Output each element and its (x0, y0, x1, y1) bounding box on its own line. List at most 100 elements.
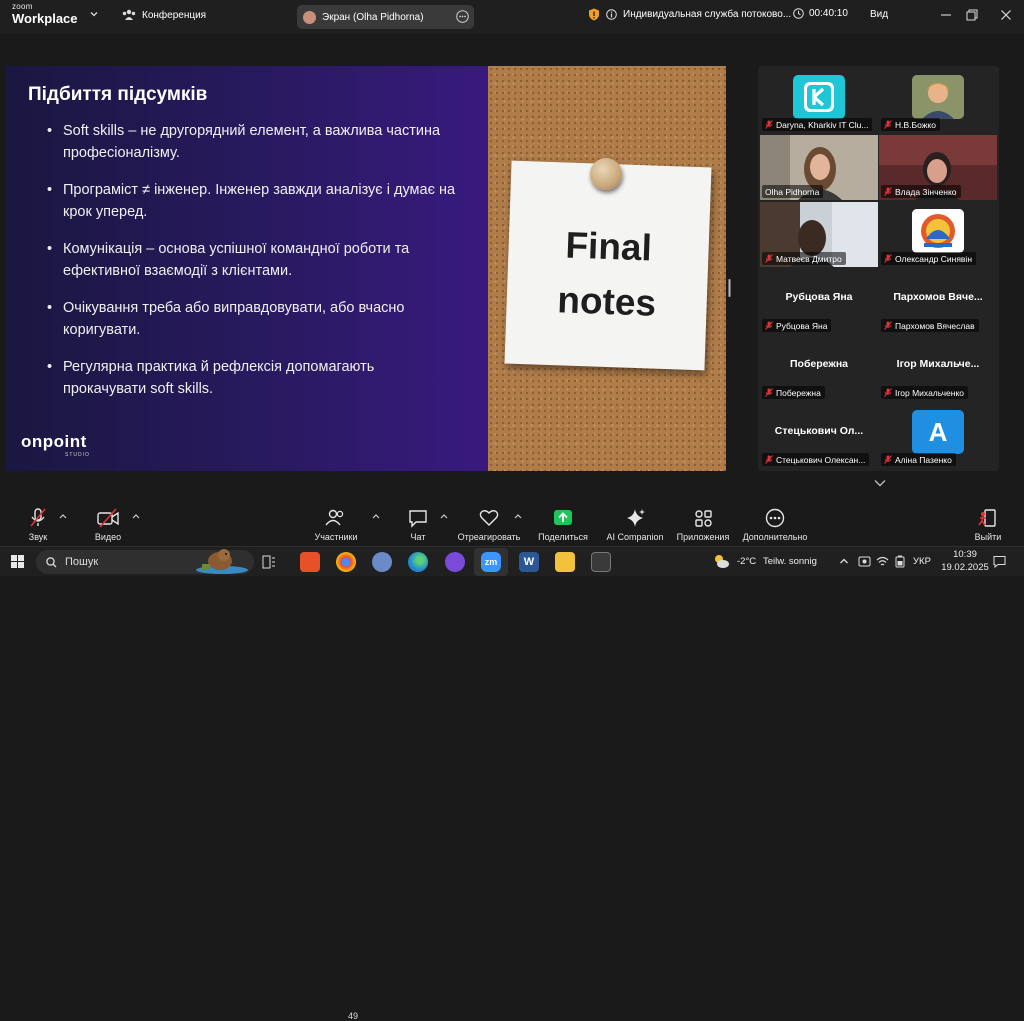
info-icon (606, 9, 617, 20)
restore-icon[interactable] (966, 9, 978, 21)
participants-label: Участники (314, 532, 358, 542)
logo-main: onpoint (21, 432, 87, 451)
screen-share-label: Экран (Olha Pidhorna) (322, 11, 424, 23)
people-icon (122, 9, 136, 21)
avatar: A (912, 410, 964, 454)
weather-text[interactable]: Teilw. sonnig (763, 556, 817, 567)
participant-tile[interactable]: Olha Pidhorna (760, 135, 878, 200)
chat-options-caret-icon[interactable] (440, 513, 448, 519)
avatar (912, 75, 964, 119)
title-bar: zoom Workplace Конференция Экран (Olha P… (0, 0, 1024, 34)
participant-tile[interactable]: Побережна Побережна (760, 336, 878, 401)
screen-share-pill[interactable]: Экран (Olha Pidhorna) (297, 5, 474, 29)
react-options-caret-icon[interactable] (514, 513, 522, 519)
view-button[interactable]: Вид (870, 9, 888, 20)
bullet-item: Комунікація – основа успішної командної … (47, 238, 457, 282)
beaver-illustration-icon (194, 546, 250, 574)
apps-icon (695, 510, 712, 527)
participant-display-name: Ігор Михальче... (896, 358, 980, 370)
participants-gallery: Daryna, Kharkiv IT Clu... Н.В.Божко Olha… (758, 66, 999, 471)
clock-time[interactable]: 10:39 (949, 549, 981, 560)
shield-icon (588, 8, 600, 21)
mic-muted-icon (884, 187, 892, 196)
chevron-down-icon[interactable] (89, 9, 99, 19)
participant-name: Пархомов Вячеслав (881, 319, 979, 332)
mic-muted-icon (765, 120, 773, 129)
participant-tile[interactable]: Н.В.Божко (879, 68, 997, 133)
video-off-icon (97, 508, 119, 528)
participant-name: Рубцова Яна (762, 319, 832, 332)
bullet-item: Регулярна практика й рефлексія допомагаю… (47, 356, 457, 400)
bullet-item: Очікування треба або виправдовувати, або… (47, 297, 457, 341)
weather-icon (712, 553, 730, 569)
participant-display-name: Пархомов Вяче... (893, 291, 983, 303)
exit-icon (978, 509, 996, 527)
file-explorer-icon[interactable] (555, 552, 575, 572)
more-button[interactable]: Дополнительно (735, 508, 815, 542)
tray-app-icon[interactable] (858, 555, 871, 568)
conference-label: Конференция (142, 9, 207, 21)
mic-muted-icon (765, 388, 773, 397)
slide-bullets: Soft skills – не другорядний елемент, а … (47, 120, 457, 415)
resize-handle[interactable] (728, 279, 731, 297)
chrome-icon[interactable] (336, 552, 356, 572)
word-icon[interactable]: W (519, 552, 539, 572)
mic-muted-icon (765, 455, 773, 464)
participant-tile[interactable]: Матвеєв Дмитро (760, 202, 878, 267)
participant-tile[interactable]: Стецькович Ол... Стецькович Олексан... (760, 403, 878, 468)
app-icon[interactable] (591, 552, 611, 572)
more-icon (765, 508, 785, 528)
mic-muted-icon (884, 254, 892, 263)
bullet-item: Програміст ≠ інженер. Інженер завжди ана… (47, 179, 457, 223)
participant-tile[interactable]: Ігор Михальче... Ігор Михальченко (879, 336, 997, 401)
participant-tile[interactable]: Пархомов Вяче... Пархомов Вячеслав (879, 269, 997, 334)
wifi-icon[interactable] (876, 555, 889, 568)
taskbar-active-highlight (474, 548, 508, 576)
clock-date[interactable]: 19.02.2025 (939, 562, 991, 573)
logo-sub: STUDIO (65, 452, 90, 458)
notifications-icon[interactable] (993, 555, 1006, 568)
participant-tile[interactable]: Daryna, Kharkiv IT Clu... (760, 68, 878, 133)
gallery-scroll-down-icon[interactable] (873, 478, 887, 488)
video-options-caret-icon[interactable] (132, 513, 140, 519)
leave-button[interactable]: Выйти (948, 508, 1024, 542)
language-indicator[interactable]: УКР (913, 556, 931, 567)
participant-tile[interactable]: Влада Зінченко (879, 135, 997, 200)
participants-button[interactable]: Участники (296, 508, 376, 542)
audio-options-caret-icon[interactable] (59, 513, 67, 519)
heart-icon (479, 510, 499, 526)
more-icon[interactable] (456, 10, 469, 23)
brave-browser-icon[interactable] (300, 552, 320, 572)
close-icon[interactable] (1000, 9, 1012, 21)
share-button[interactable]: Поделиться (523, 508, 603, 542)
onpoint-logo: onpoint STUDIO (21, 432, 90, 458)
apps-button[interactable]: Приложения (663, 508, 743, 542)
minimize-icon[interactable] (940, 9, 952, 21)
participant-tile[interactable]: A Аліна Пазенко (879, 403, 997, 468)
streaming-indicator[interactable]: Индивидуальная служба потоково... (588, 8, 791, 21)
meeting-toolbar: Звук Видео Участники 49 Чат Отреагироват… (0, 500, 1024, 1021)
edge-icon[interactable] (408, 552, 428, 572)
paint-icon[interactable] (372, 552, 392, 572)
mic-muted-icon (884, 120, 892, 129)
zoom-logo: zoom Workplace (12, 3, 78, 26)
clock-icon (793, 8, 804, 19)
participant-tile[interactable]: Олександр Синявін (879, 202, 997, 267)
chat-icon (409, 510, 427, 528)
participant-name: Daryna, Kharkiv IT Clu... (762, 118, 873, 131)
task-view-icon[interactable] (262, 555, 276, 569)
participant-display-name: Рубцова Яна (785, 291, 853, 303)
taskbar-search[interactable]: Пошук (36, 549, 254, 574)
mic-muted-icon (765, 321, 773, 330)
search-placeholder: Пошук (65, 556, 99, 568)
tray-expand-icon[interactable] (839, 557, 849, 565)
participant-tile[interactable]: Рубцова Яна Рубцова Яна (760, 269, 878, 334)
weather-temp[interactable]: -2°C (737, 556, 756, 567)
conference-button[interactable]: Конференция (122, 9, 206, 21)
participant-display-name: Стецькович Ол... (774, 425, 864, 437)
slide-title: Підбиття підсумків (28, 84, 208, 105)
windows-start-icon[interactable] (11, 555, 24, 568)
participant-display-name: Побережна (789, 358, 849, 370)
battery-icon[interactable] (894, 555, 906, 568)
viber-icon[interactable] (445, 552, 465, 572)
